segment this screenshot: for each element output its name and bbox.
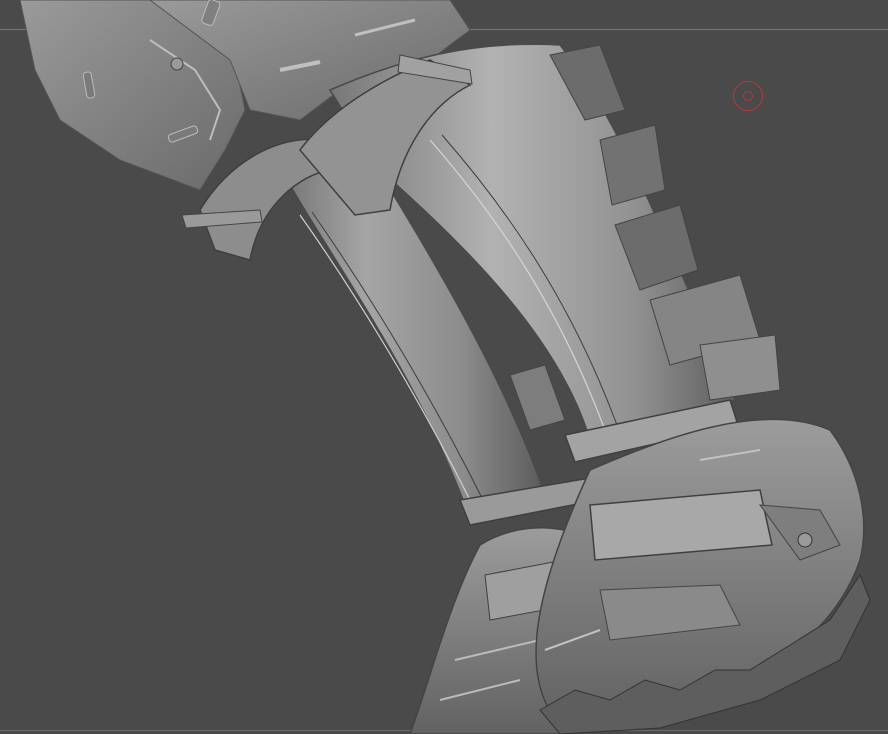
brush-cursor-icon[interactable] — [733, 81, 763, 111]
boot-front — [535, 418, 871, 734]
sculpted-model[interactable] — [0, 0, 888, 734]
3d-viewport[interactable] — [0, 0, 888, 734]
brush-cursor-center-icon — [743, 91, 753, 101]
